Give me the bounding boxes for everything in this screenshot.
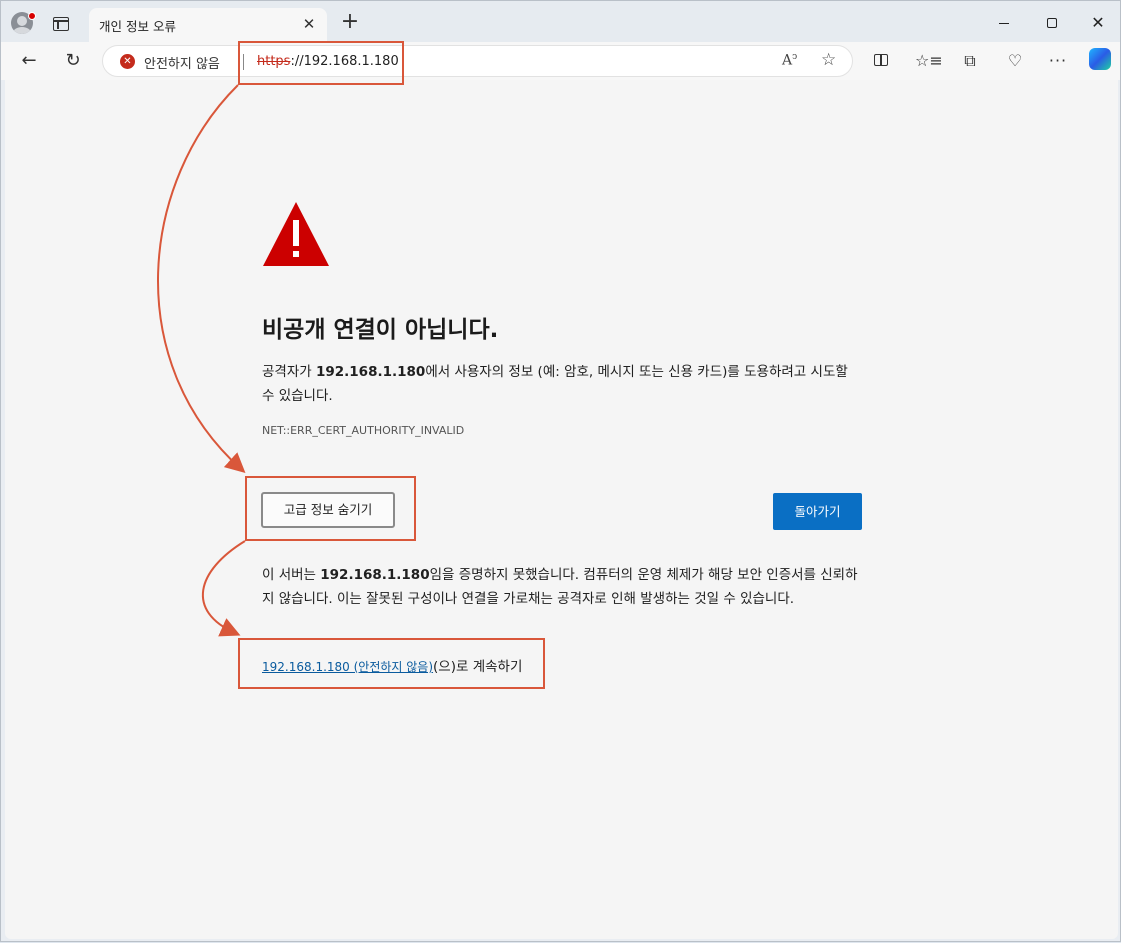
new-tab-icon[interactable]: +: [338, 11, 362, 35]
para2-host: 192.168.1.180: [320, 567, 430, 583]
annotation-advanced-highlight: [245, 476, 416, 541]
annotation-url-highlight: [238, 41, 404, 85]
para1-host: 192.168.1.180: [315, 364, 426, 380]
favorites-icon[interactable]: ☆≡: [915, 51, 943, 71]
toolbar: ← ↻ ✕ 안전하지 않음 https://192.168.1.180 Aↄ ☆…: [1, 42, 1120, 80]
security-label[interactable]: 안전하지 않음: [144, 53, 220, 72]
copilot-icon[interactable]: [1089, 48, 1111, 70]
maximize-button[interactable]: [1029, 9, 1075, 37]
error-page: 비공개 연결이 아닙니다. 공격자가 192.168.1.180에서 사용자의 …: [5, 80, 1118, 939]
annotation-proceed-highlight: [238, 638, 545, 689]
more-options-icon[interactable]: ···: [1047, 51, 1069, 71]
close-tab-icon[interactable]: ✕: [299, 14, 319, 34]
browser-window: 개인 정보 오류 ✕ + ✕ ← ↻ ✕ 안전하지 않음 https://192…: [0, 0, 1121, 942]
tab-strip: 개인 정보 오류 ✕ + ✕: [1, 1, 1120, 42]
advanced-details: 이 서버는 192.168.1.180임을 증명하지 못했습니다. 컴퓨터의 운…: [262, 563, 864, 611]
refresh-icon[interactable]: ↻: [60, 49, 86, 73]
go-back-button[interactable]: 돌아가기: [773, 493, 862, 530]
tab-title: 개인 정보 오류: [99, 19, 176, 34]
minimize-button[interactable]: [981, 9, 1027, 37]
close-window-button[interactable]: ✕: [1075, 9, 1121, 37]
page-title: 비공개 연결이 아닙니다.: [262, 317, 499, 343]
collections-icon[interactable]: ⧉: [959, 51, 981, 71]
back-arrow-icon[interactable]: ←: [16, 49, 42, 73]
para1-pre: 공격자가: [262, 364, 316, 380]
warning-triangle-icon: [263, 202, 329, 266]
warning-description: 공격자가 192.168.1.180에서 사용자의 정보 (예: 암호, 메시지…: [262, 360, 864, 408]
not-secure-icon[interactable]: ✕: [120, 54, 135, 69]
favorite-star-icon[interactable]: ☆: [821, 50, 836, 70]
error-code[interactable]: NET::ERR_CERT_AUTHORITY_INVALID: [262, 424, 464, 437]
para2-pre: 이 서버는: [262, 567, 321, 583]
read-aloud-icon[interactable]: Aↄ: [782, 52, 797, 69]
active-tab[interactable]: 개인 정보 오류 ✕: [89, 8, 327, 42]
notification-dot: [28, 12, 36, 20]
address-bar[interactable]: ✕ 안전하지 않음 https://192.168.1.180 Aↄ ☆: [102, 45, 853, 77]
tab-actions-icon[interactable]: [53, 17, 69, 31]
browser-essentials-icon[interactable]: ♡: [1004, 51, 1026, 71]
split-screen-icon[interactable]: [870, 51, 892, 71]
